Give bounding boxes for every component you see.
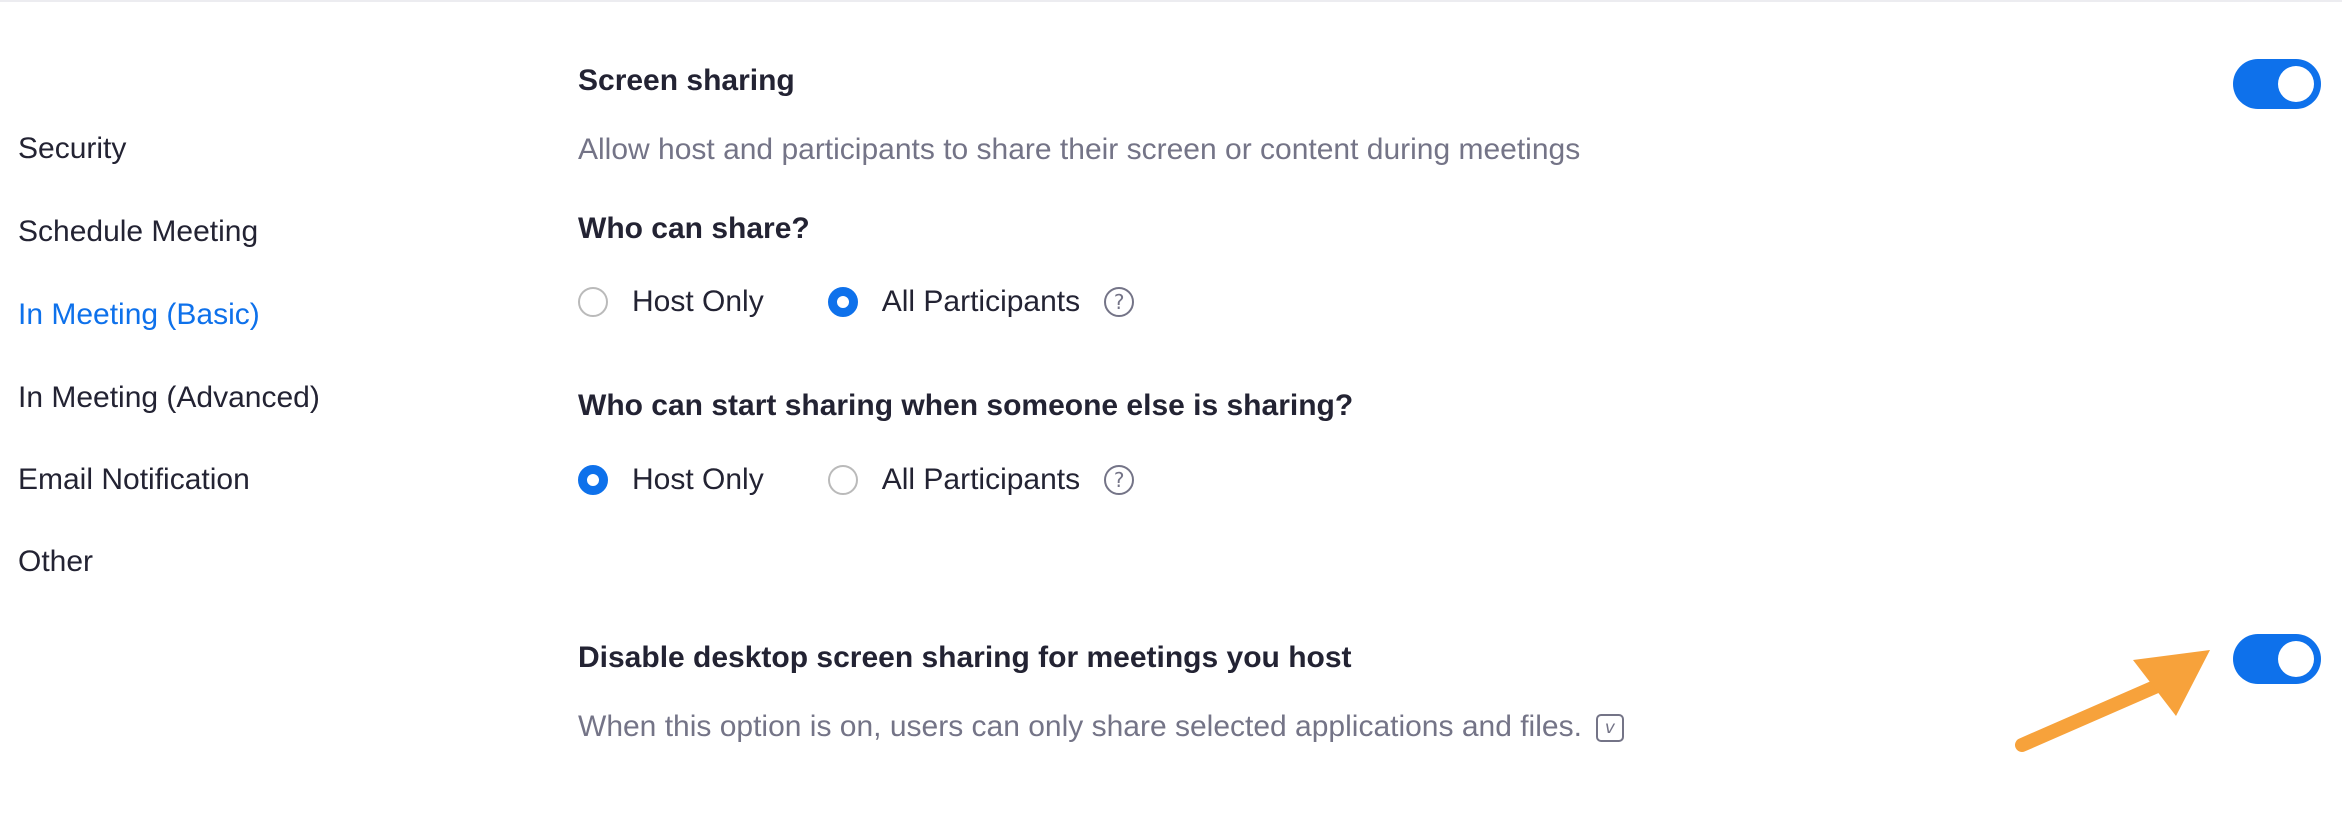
arrow-head — [2133, 650, 2210, 716]
annotation-arrow-icon — [2015, 650, 2210, 752]
